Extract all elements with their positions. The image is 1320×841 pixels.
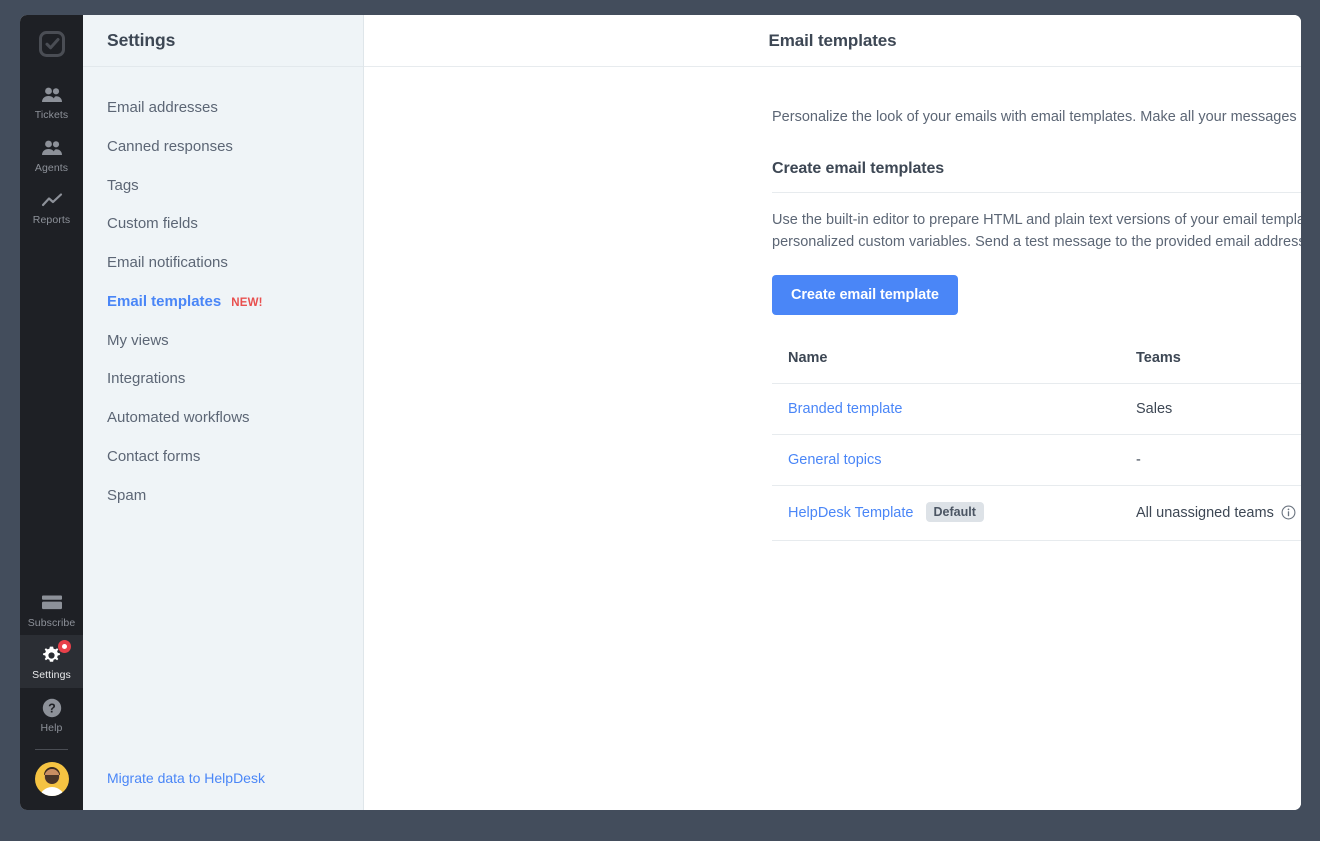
email-templates-table: Name Teams Branded template Sales Genera… xyxy=(772,349,1301,541)
sidebar-item-label: Contact forms xyxy=(107,447,201,465)
rail-item-tickets[interactable]: Tickets xyxy=(20,75,83,128)
rail-top-items: Tickets Agents Reports xyxy=(20,75,83,233)
table-row: General topics - xyxy=(772,434,1301,486)
sidebar-item-email-addresses[interactable]: Email addresses xyxy=(83,89,363,128)
table-head: Name Teams xyxy=(772,349,1301,384)
user-avatar[interactable] xyxy=(34,762,69,796)
settings-title: Settings xyxy=(107,30,176,50)
rail-item-agents[interactable]: Agents xyxy=(20,128,83,181)
sidebar-item-label: Email notifications xyxy=(107,254,228,271)
main-body: Personalize the look of your emails with… xyxy=(364,67,1301,810)
main-panel: Email templates Personalize the look of … xyxy=(364,15,1301,810)
sidebar-item-email-templates[interactable]: Email templates NEW! xyxy=(83,283,363,322)
table-body: Branded template Sales General topics - … xyxy=(772,383,1301,541)
sidebar-item-label: Custom fields xyxy=(107,215,198,233)
info-icon[interactable] xyxy=(1281,505,1296,520)
rail-bottom-items: Subscribe Settings ? Help xyxy=(20,583,83,811)
sidebar-item-contact-forms[interactable]: Contact forms xyxy=(83,438,363,477)
primary-nav-rail: Tickets Agents Reports Subscribe Setting… xyxy=(20,15,83,810)
sidebar-item-my-views[interactable]: My views xyxy=(83,322,363,361)
credit-card-icon xyxy=(40,592,64,614)
settings-sidebar-footer: Migrate data to HelpDesk xyxy=(83,770,265,788)
status-badge: Default xyxy=(925,501,984,522)
rail-item-help[interactable]: ? Help xyxy=(20,688,83,741)
teams-value: All unassigned teams xyxy=(1136,504,1274,521)
rail-item-label: Settings xyxy=(32,669,71,681)
sidebar-item-automated-workflows[interactable]: Automated workflows xyxy=(83,399,363,438)
svg-text:?: ? xyxy=(48,701,56,715)
sidebar-item-label: Spam xyxy=(107,486,147,504)
section-title: Create email templates xyxy=(772,160,1301,194)
cell-name: Branded template xyxy=(772,383,1120,435)
page-title: Email templates xyxy=(768,30,897,50)
sidebar-item-label: Tags xyxy=(107,176,139,194)
gear-icon xyxy=(40,640,71,666)
sidebar-item-label: My views xyxy=(107,331,169,349)
app-window: Tickets Agents Reports Subscribe Setting… xyxy=(20,15,1301,810)
section-description: Use the built-in editor to prepare HTML … xyxy=(772,212,1301,251)
sidebar-item-spam[interactable]: Spam xyxy=(83,477,363,516)
settings-sidebar-header: Settings xyxy=(83,15,363,67)
rail-item-label: Reports xyxy=(32,214,71,226)
rail-item-settings[interactable]: Settings xyxy=(20,635,83,688)
sidebar-item-integrations[interactable]: Integrations xyxy=(83,360,363,399)
table-header-row: Name Teams xyxy=(772,349,1301,384)
rail-item-reports[interactable]: Reports xyxy=(20,180,83,233)
rail-divider xyxy=(35,749,68,750)
notification-badge xyxy=(57,640,71,653)
sidebar-item-label: Email addresses xyxy=(107,99,218,116)
cell-teams: Sales xyxy=(1120,383,1301,435)
settings-sidebar: Settings Email addresses Canned response… xyxy=(83,15,364,810)
content-column: Personalize the look of your emails with… xyxy=(772,107,1301,541)
template-name-link[interactable]: Branded template xyxy=(788,401,902,417)
intro-text: Personalize the look of your emails with… xyxy=(772,107,1301,128)
sidebar-item-custom-fields[interactable]: Custom fields xyxy=(83,205,363,244)
sidebar-item-canned-responses[interactable]: Canned responses xyxy=(83,128,363,167)
teams-value: Sales xyxy=(1136,400,1173,417)
cell-teams: All unassigned teams xyxy=(1120,485,1301,541)
rail-item-label: Subscribe xyxy=(27,616,76,629)
cell-name: HelpDesk Template Default xyxy=(772,485,1120,541)
people-icon xyxy=(40,137,64,159)
rail-item-label: Agents xyxy=(34,161,69,174)
trending-line-icon xyxy=(40,189,64,211)
table-row: HelpDesk Template Default All unassigned… xyxy=(772,485,1301,541)
template-name-link[interactable]: General topics xyxy=(788,452,882,468)
column-header-name: Name xyxy=(772,349,1120,384)
sidebar-item-label: Email templates xyxy=(107,292,222,310)
rail-item-label: Tickets xyxy=(34,109,69,121)
intro-copy: Personalize the look of your emails with… xyxy=(772,109,1301,125)
column-header-teams: Teams xyxy=(1120,349,1301,384)
create-email-template-button[interactable]: Create email template xyxy=(772,274,958,315)
sidebar-item-email-notifications[interactable]: Email notifications xyxy=(83,244,363,283)
sidebar-item-label: Integrations xyxy=(107,370,186,388)
rail-item-label: Help xyxy=(40,721,63,734)
sidebar-item-label: Automated workflows xyxy=(107,409,250,426)
people-icon xyxy=(40,84,64,106)
question-circle-icon: ? xyxy=(40,697,64,719)
checkbox-logo-icon[interactable] xyxy=(37,29,67,59)
teams-value: - xyxy=(1136,451,1141,468)
table-row: Branded template Sales xyxy=(772,383,1301,435)
new-tag: NEW! xyxy=(231,296,263,309)
cell-teams: - xyxy=(1120,434,1301,486)
sidebar-item-tags[interactable]: Tags xyxy=(83,167,363,206)
migrate-data-link[interactable]: Migrate data to HelpDesk xyxy=(107,770,265,786)
cell-name: General topics xyxy=(772,434,1120,486)
main-header: Email templates xyxy=(364,15,1301,67)
sidebar-item-label: Canned responses xyxy=(107,137,233,155)
rail-item-subscribe[interactable]: Subscribe xyxy=(20,583,83,636)
settings-nav-list: Email addresses Canned responses Tags Cu… xyxy=(83,67,363,515)
template-name-link[interactable]: HelpDesk Template xyxy=(788,505,913,521)
